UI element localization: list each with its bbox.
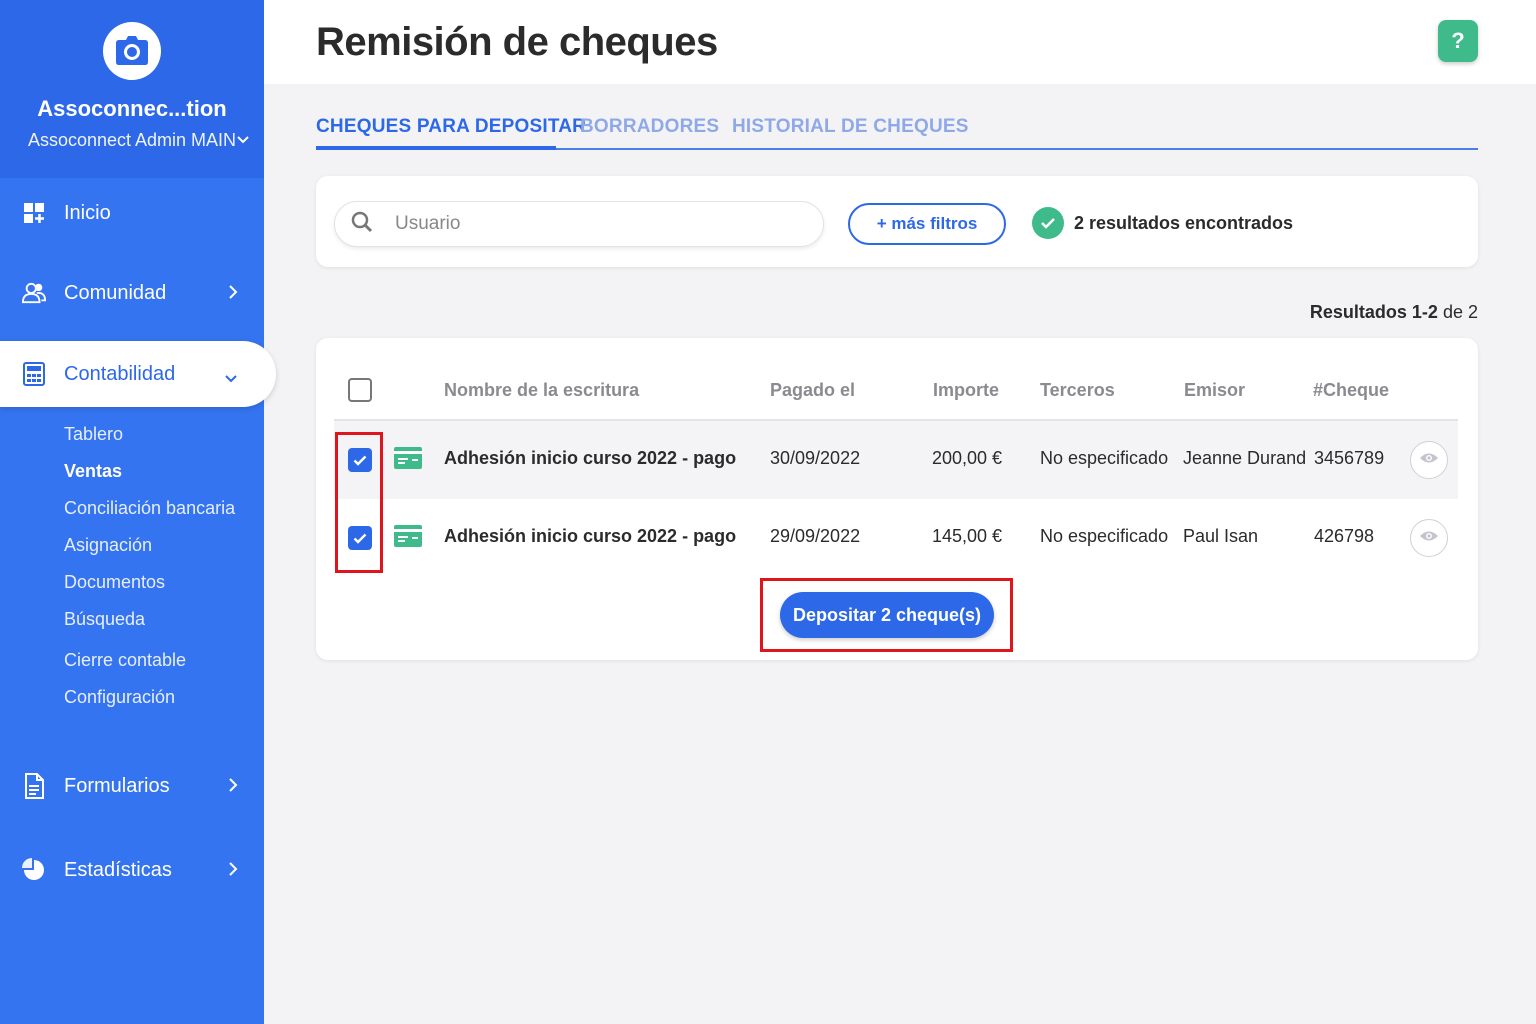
cheque-icon <box>394 525 422 552</box>
nav-label: Inicio <box>64 201 111 224</box>
cell-cheque: 426798 <box>1314 526 1375 546</box>
nav-label: Contabilidad <box>64 362 176 385</box>
eye-icon <box>1419 451 1439 469</box>
check-circle-icon <box>1032 207 1064 239</box>
column-header-paid[interactable]: Pagado el <box>770 380 855 401</box>
nav-item-comunidad[interactable]: Comunidad <box>0 263 264 323</box>
results-found-label: 2 resultados encontrados <box>1074 212 1294 233</box>
tab-cheques-para-depositar[interactable]: CHEQUES PARA DEPOSITAR <box>316 116 586 138</box>
tab-historial-de-cheques[interactable]: HISTORIAL DE CHEQUES <box>732 116 969 138</box>
cell-amount: 145,00 € <box>932 526 1003 546</box>
cell-paid: 30/09/2022 <box>770 448 861 468</box>
document-icon <box>22 773 46 799</box>
search-icon <box>351 211 373 238</box>
results-range-total: de 2 <box>1442 302 1478 322</box>
pie-chart-icon <box>22 858 46 882</box>
chevron-right-icon <box>228 283 238 306</box>
cell-name: Adhesión inicio curso 2022 - pago <box>444 448 737 468</box>
dashboard-icon <box>22 201 46 225</box>
nav-label: Estadísticas <box>64 858 172 881</box>
active-tab-indicator <box>316 146 556 150</box>
sub-item-asignacion[interactable]: Asignación <box>64 535 152 556</box>
more-filters-button[interactable]: + más filtros <box>848 203 1006 245</box>
results-range: Resultados 1-2 de 2 <box>1310 302 1478 323</box>
calculator-icon <box>22 362 46 386</box>
chevron-down-icon <box>224 367 238 390</box>
checkbox-highlight-box <box>335 432 383 573</box>
camera-icon <box>103 22 161 80</box>
sub-item-ventas[interactable]: Ventas <box>64 461 122 482</box>
org-name: Assoconnec...tion <box>37 96 227 121</box>
nav-label: Comunidad <box>64 281 167 304</box>
view-button[interactable] <box>1410 441 1448 479</box>
page-header: Remisión de cheques ? <box>264 0 1536 84</box>
results-found-status: 2 resultados encontrados <box>1032 207 1293 239</box>
select-all-checkbox[interactable] <box>348 378 372 402</box>
sub-item-cierre-contable[interactable]: Cierre contable <box>64 650 186 671</box>
tab-borradores[interactable]: BORRADORES <box>580 116 719 138</box>
tab-bar: CHEQUES PARA DEPOSITAR BORRADORES HISTOR… <box>316 112 1478 150</box>
sub-item-configuracion[interactable]: Configuración <box>64 687 175 708</box>
cell-amount: 200,00 € <box>932 448 1003 468</box>
search-box <box>334 201 824 247</box>
nav-item-estadisticas[interactable]: Estadísticas <box>0 840 264 900</box>
cell-issuer: Jeanne Durand <box>1183 448 1307 468</box>
sub-item-documentos[interactable]: Documentos <box>64 572 165 593</box>
chevron-right-icon <box>228 860 238 883</box>
nav-item-inicio[interactable]: Inicio <box>0 183 264 243</box>
nav-item-formularios[interactable]: Formularios <box>0 756 264 816</box>
cell-third-party: No especificado <box>1040 526 1169 546</box>
sub-item-busqueda[interactable]: Búsqueda <box>64 609 145 630</box>
cheque-icon <box>394 447 422 474</box>
chevron-right-icon <box>228 776 238 799</box>
page-title: Remisión de cheques <box>316 20 718 64</box>
cell-cheque: 3456789 <box>1314 448 1385 468</box>
org-subtitle: Assoconnect Admin MAIN <box>27 130 237 150</box>
chevron-down-icon <box>236 132 250 150</box>
results-range-label: Resultados 1-2 <box>1309 302 1438 322</box>
nav-item-contabilidad[interactable]: Contabilidad <box>0 341 276 407</box>
column-header-cheque[interactable]: #Cheque <box>1313 380 1389 401</box>
users-icon <box>22 281 46 305</box>
deposit-highlight-box <box>760 578 1013 652</box>
table-row[interactable]: Adhesión inicio curso 2022 - pago 29/09/… <box>334 499 1458 577</box>
eye-icon <box>1419 529 1439 547</box>
column-header-name[interactable]: Nombre de la escritura <box>444 380 639 401</box>
cell-third-party: No especificado <box>1040 448 1169 468</box>
org-switcher[interactable]: Assoconnec...tion Assoconnect Admin MAIN <box>0 0 264 178</box>
nav-label: Formularios <box>64 774 170 797</box>
column-header-issuer[interactable]: Emisor <box>1184 380 1245 401</box>
cell-issuer: Paul Isan <box>1183 526 1259 546</box>
sidebar: Assoconnec...tion Assoconnect Admin MAIN… <box>0 0 276 1024</box>
cell-paid: 29/09/2022 <box>770 526 861 546</box>
view-button[interactable] <box>1410 519 1448 557</box>
cell-name: Adhesión inicio curso 2022 - pago <box>444 526 737 546</box>
filter-bar: + más filtros 2 resultados encontrados <box>316 176 1478 267</box>
help-button[interactable]: ? <box>1438 20 1478 62</box>
sub-item-tablero[interactable]: Tablero <box>64 424 123 445</box>
sub-item-conciliacion[interactable]: Conciliación bancaria <box>64 498 235 519</box>
search-input[interactable] <box>395 213 775 235</box>
table-row[interactable]: Adhesión inicio curso 2022 - pago 30/09/… <box>334 421 1458 499</box>
column-header-amount[interactable]: Importe <box>933 380 999 401</box>
column-header-third-party[interactable]: Terceros <box>1040 380 1115 401</box>
